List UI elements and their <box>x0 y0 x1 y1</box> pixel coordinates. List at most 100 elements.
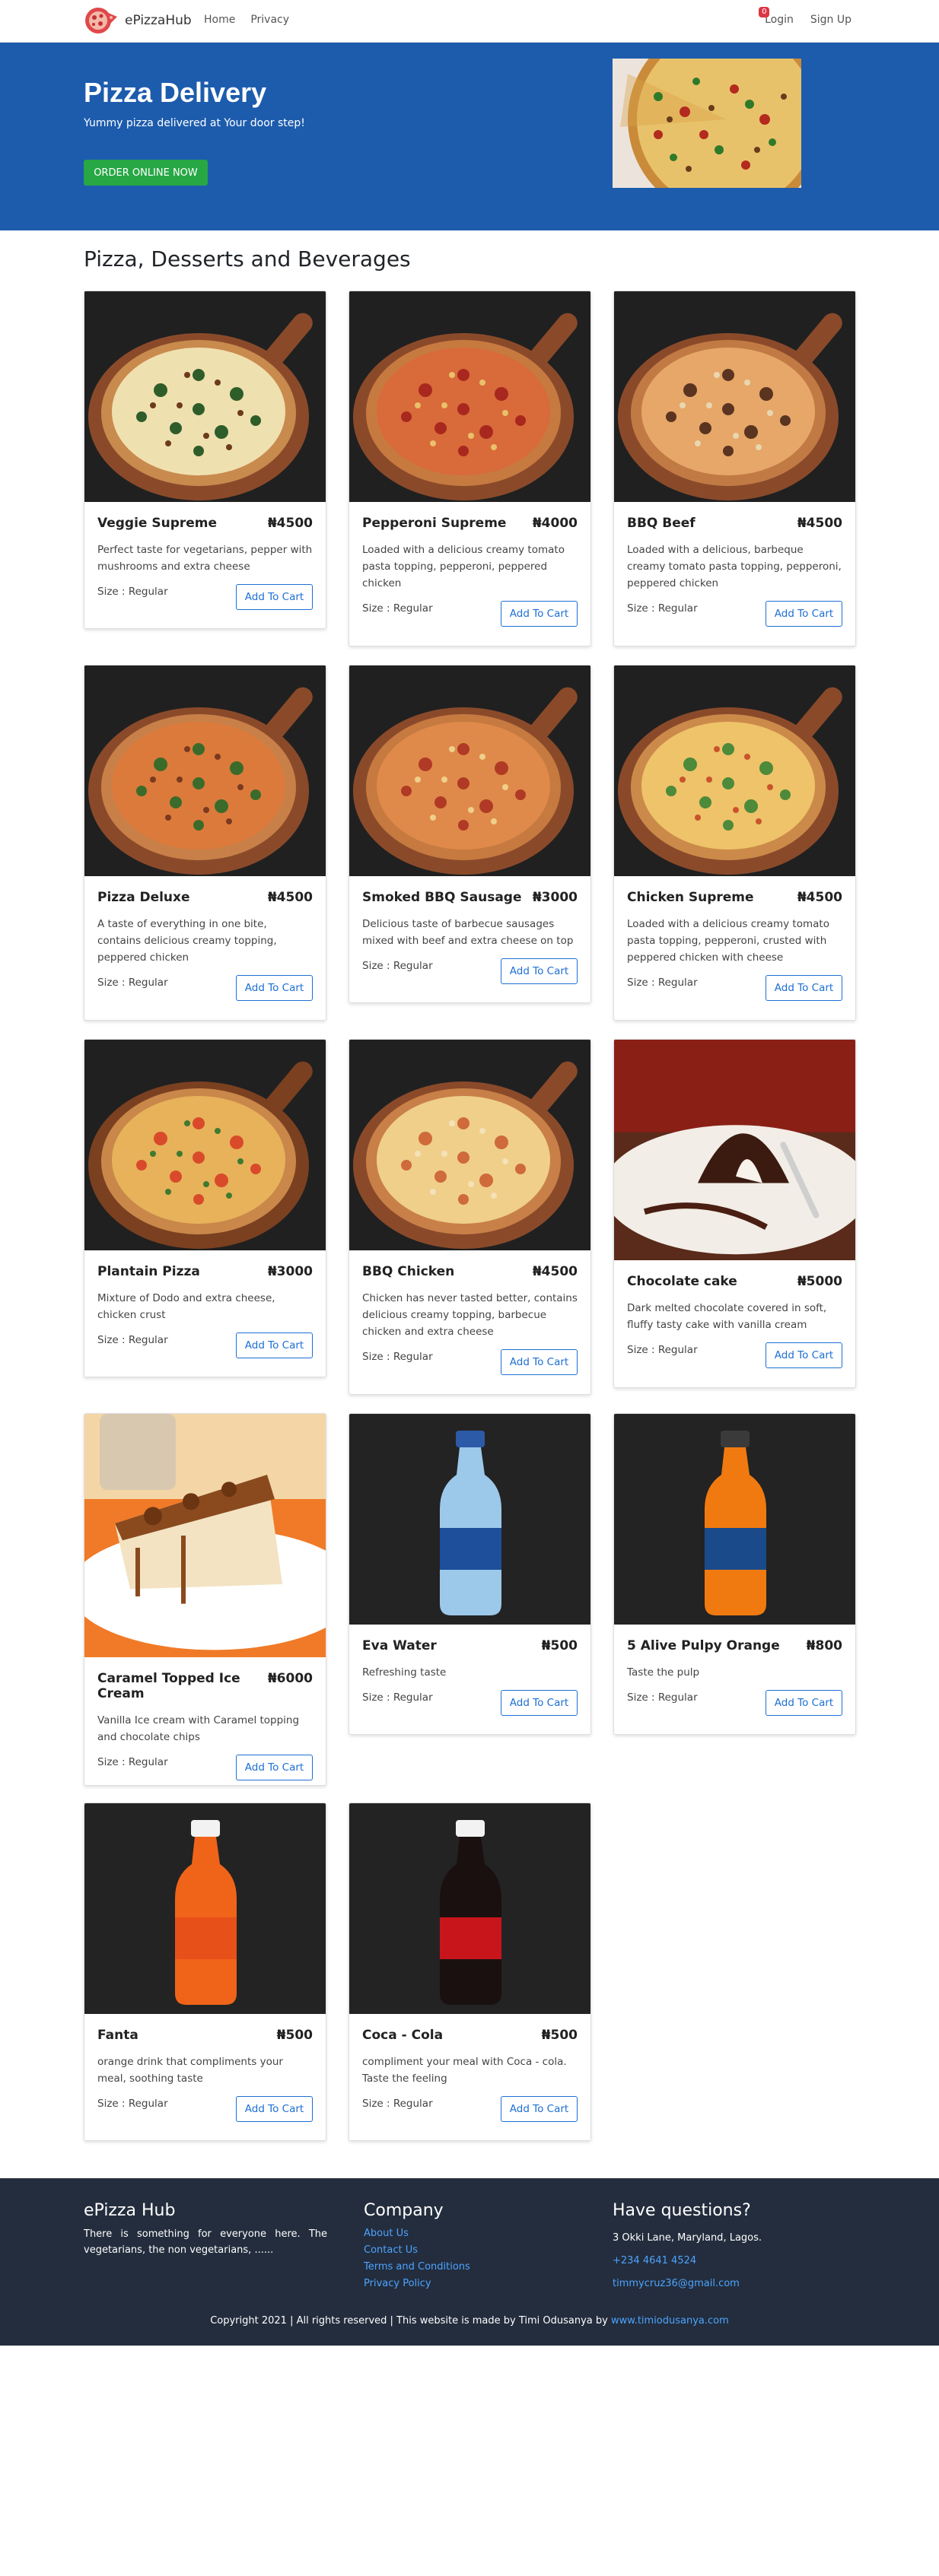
add-to-cart-button[interactable]: Add To Cart <box>766 1342 842 1368</box>
product-image[interactable] <box>84 291 326 502</box>
footer-email[interactable]: timmycruz36@gmail.com <box>613 2273 762 2295</box>
product-price: ₦5000 <box>797 1274 842 1289</box>
pizza-logo-icon <box>84 6 119 35</box>
product-footer: Size : Regular Add To Cart <box>362 2096 578 2127</box>
product-footer: Size : Regular Add To Cart <box>362 601 578 631</box>
product-image[interactable] <box>84 1414 326 1657</box>
product-header: Eva Water ₦500 <box>362 1638 578 1653</box>
product-card: Plantain Pizza ₦3000 Mixture of Dodo and e… <box>84 1039 326 1377</box>
product-card-body: 5 Alive Pulpy Orange ₦800 Taste the pulp Si… <box>614 1625 855 1734</box>
add-to-cart-button[interactable]: Add To Cart <box>501 601 578 627</box>
add-to-cart-button[interactable]: Add To Cart <box>236 1332 313 1358</box>
product-card: Pizza Deluxe ₦4500 A taste of everything i… <box>84 665 326 1021</box>
add-to-cart-button[interactable]: Add To Cart <box>766 975 842 1001</box>
footer-link-about[interactable]: About Us <box>364 2225 470 2242</box>
product-image[interactable] <box>84 1803 326 2014</box>
footer-link-terms[interactable]: Terms and Conditions <box>364 2259 470 2276</box>
product-header: Pizza Deluxe ₦4500 <box>97 890 313 905</box>
product-size: Size : Regular <box>362 960 433 972</box>
footer-company-links: About Us Contact Us Terms and Conditions… <box>364 2225 470 2292</box>
product-header: BBQ Chicken ₦4500 <box>362 1264 578 1279</box>
product-header: Pepperoni Supreme ₦4000 <box>362 516 578 531</box>
cart-count-badge[interactable]: 0 <box>759 7 770 17</box>
footer-about-text: There is something for everyone here. Th… <box>84 2228 327 2256</box>
footer-phone[interactable]: +234 4641 4524 <box>613 2250 762 2273</box>
product-image[interactable] <box>614 291 855 502</box>
product-name: 5 Alive Pulpy Orange <box>627 1638 780 1653</box>
product-image[interactable] <box>349 1803 590 2014</box>
add-to-cart-button[interactable]: Add To Cart <box>501 1690 578 1716</box>
footer-link-contact[interactable]: Contact Us <box>364 2242 470 2259</box>
add-to-cart-button[interactable]: Add To Cart <box>766 1690 842 1716</box>
add-to-cart-button[interactable]: Add To Cart <box>501 2096 578 2122</box>
add-to-cart-button[interactable]: Add To Cart <box>236 2096 313 2122</box>
product-price: ₦4500 <box>797 890 842 905</box>
add-to-cart-button[interactable]: Add To Cart <box>766 601 842 627</box>
product-description: Delicious taste of barbecue sausages mix… <box>362 918 574 947</box>
product-image[interactable] <box>614 1414 855 1625</box>
product-card-body: Smoked BBQ Sausage ₦3000 Delicious taste o… <box>349 876 590 1002</box>
product-name: Veggie Supreme <box>97 516 218 531</box>
product-image[interactable] <box>349 1040 590 1250</box>
product-image[interactable] <box>84 1040 326 1250</box>
product-card-body: Chicken Supreme ₦4500 Loaded with a delici… <box>614 876 855 1020</box>
product-footer: Size : Regular Add To Cart <box>362 958 578 989</box>
product-card: BBQ Chicken ₦4500 Chicken has never tasted… <box>349 1039 591 1395</box>
product-card-body: BBQ Chicken ₦4500 Chicken has never tasted… <box>349 1250 590 1394</box>
product-image[interactable] <box>84 665 326 876</box>
product-description: Vanilla Ice cream with Caramel topping a… <box>97 1714 300 1743</box>
product-size: Size : Regular <box>97 977 168 989</box>
product-card-body: Plantain Pizza ₦3000 Mixture of Dodo and e… <box>84 1250 326 1377</box>
product-card: BBQ Beef ₦4500 Loaded with a delicious, ba… <box>613 291 856 646</box>
product-name: BBQ Beef <box>627 516 695 531</box>
product-size: Size : Regular <box>97 1334 168 1346</box>
product-image[interactable] <box>349 665 590 876</box>
nav-privacy[interactable]: Privacy <box>250 14 289 26</box>
footer-address: 3 Okki Lane, Maryland, Lagos. <box>613 2232 762 2244</box>
product-size: Size : Regular <box>627 1344 698 1356</box>
product-footer: Size : Regular Add To Cart <box>627 975 842 1005</box>
product-price: ₦500 <box>276 2028 313 2043</box>
add-to-cart-button[interactable]: Add To Cart <box>236 1755 313 1780</box>
product-description: Dark melted chocolate covered in soft, f… <box>627 1302 827 1331</box>
signup-link[interactable]: Sign Up <box>810 14 851 26</box>
product-description: Chicken has never tasted better, contain… <box>362 1292 578 1338</box>
product-image[interactable] <box>349 291 590 502</box>
nav-home[interactable]: Home <box>204 14 235 26</box>
product-header: Chocolate cake ₦5000 <box>627 1274 842 1289</box>
product-size: Size : Regular <box>627 1691 698 1704</box>
brand-name[interactable]: ePizzaHub <box>125 13 192 28</box>
product-name: Pizza Deluxe <box>97 890 190 905</box>
website-link[interactable]: www.timiodusanya.com <box>611 2315 729 2327</box>
add-to-cart-button[interactable]: Add To Cart <box>236 975 313 1001</box>
product-description: Loaded with a delicious, barbeque creamy… <box>627 544 842 589</box>
product-price: ₦4000 <box>532 516 578 531</box>
add-to-cart-button[interactable]: Add To Cart <box>236 584 313 610</box>
product-name: Smoked BBQ Sausage <box>362 890 522 905</box>
product-image[interactable] <box>614 665 855 876</box>
product-image[interactable] <box>614 1040 855 1260</box>
product-card-body: Pizza Deluxe ₦4500 A taste of everything i… <box>84 876 326 1020</box>
product-card-body: Coca - Cola ₦500 compliment your meal with… <box>349 2014 590 2140</box>
product-footer: Size : Regular Add To Cart <box>362 1349 578 1380</box>
footer: ePizza Hub There is something for everyo… <box>0 2178 939 2346</box>
product-footer: Size : Regular Add To Cart <box>627 601 842 631</box>
product-card: Veggie Supreme ₦4500 Perfect taste for veg… <box>84 291 326 629</box>
product-header: BBQ Beef ₦4500 <box>627 516 842 531</box>
brand[interactable]: ePizzaHub <box>84 6 192 35</box>
product-image[interactable] <box>349 1414 590 1625</box>
product-card-body: Pepperoni Supreme ₦4000 Loaded with a deli… <box>349 502 590 646</box>
product-header: Chicken Supreme ₦4500 <box>627 890 842 905</box>
product-description: Loaded with a delicious creamy tomato pa… <box>627 918 829 964</box>
login-link[interactable]: 0 Login <box>759 7 794 26</box>
product-card: Smoked BBQ Sausage ₦3000 Delicious taste o… <box>349 665 591 1003</box>
product-price: ₦800 <box>806 1638 842 1653</box>
product-header: Veggie Supreme ₦4500 <box>97 516 313 531</box>
product-size: Size : Regular <box>362 2098 433 2110</box>
order-online-button[interactable]: ORDER ONLINE NOW <box>84 160 208 186</box>
product-card-body: Eva Water ₦500 Refreshing taste Size : Regu… <box>349 1625 590 1734</box>
footer-link-privacy[interactable]: Privacy Policy <box>364 2276 470 2292</box>
product-card: Chocolate cake ₦5000 Dark melted chocolate… <box>613 1039 856 1388</box>
add-to-cart-button[interactable]: Add To Cart <box>501 958 578 984</box>
add-to-cart-button[interactable]: Add To Cart <box>501 1349 578 1375</box>
